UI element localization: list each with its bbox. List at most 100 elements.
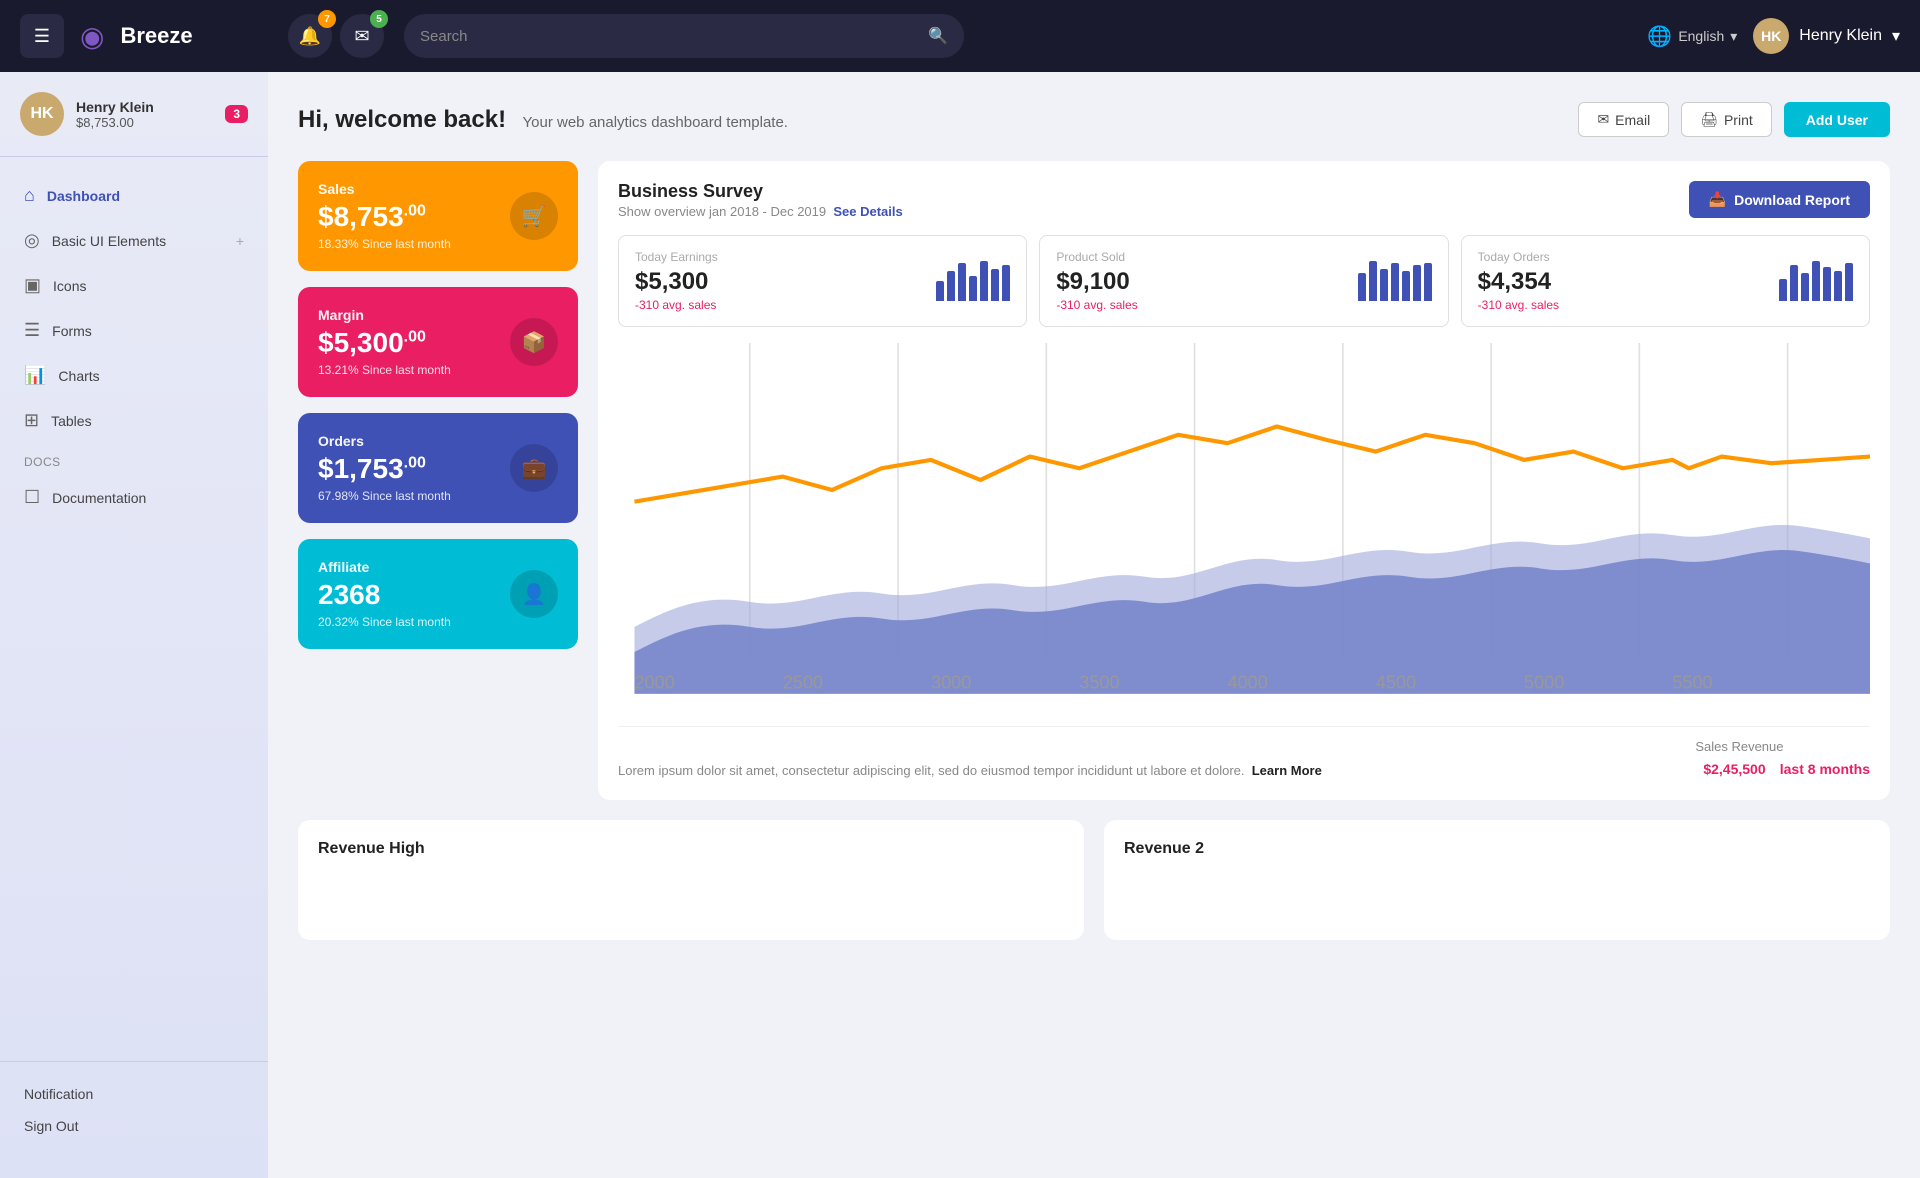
bottom-row: Revenue High Revenue 2 [298, 820, 1890, 940]
messages-badge: 5 [370, 10, 388, 28]
survey-subtitle: Show overview jan 2018 - Dec 2019 See De… [618, 204, 903, 219]
sidebar-item-charts[interactable]: 📊 Charts [0, 353, 268, 398]
notifications-button[interactable]: 🔔 7 [288, 14, 332, 58]
bar [1380, 269, 1388, 301]
email-button[interactable]: ✉ Email [1578, 102, 1669, 137]
svg-text:3000: 3000 [931, 672, 971, 693]
stat-amount: $1,753.00 [318, 453, 451, 485]
stat-card-icon: 👤 [510, 570, 558, 618]
mini-stat-value: $4,354 [1478, 268, 1559, 296]
sidebar-signout[interactable]: Sign Out [24, 1110, 244, 1142]
sales-revenue-label: Sales Revenue [1695, 739, 1870, 754]
bottom-card-1: Revenue High [298, 820, 1084, 940]
bar [1790, 265, 1798, 301]
stat-card-orders: Orders $1,753.00 67.98% Since last month… [298, 413, 578, 523]
stat-since: 18.33% Since last month [318, 237, 451, 251]
ui-icon: ◎ [24, 230, 40, 251]
welcome-greeting: Hi, welcome back! [298, 106, 506, 133]
topnav-right: 🌐 English ▾ HK Henry Klein ▾ [1647, 18, 1900, 54]
sidebar-item-forms[interactable]: ☰ Forms [0, 308, 268, 353]
globe-icon: 🌐 [1647, 24, 1672, 49]
sidebar: HK Henry Klein $8,753.00 3 ⌂ Dashboard ◎… [0, 72, 268, 1178]
expand-icon: + [236, 233, 244, 249]
learn-more-link[interactable]: Learn More [1252, 763, 1322, 778]
sidebar-item-label: Forms [52, 323, 92, 339]
bar [969, 276, 977, 301]
mini-bar-chart [936, 261, 1010, 301]
stat-card-sales: Sales $8,753.00 18.33% Since last month … [298, 161, 578, 271]
sidebar-user-profile: HK Henry Klein $8,753.00 3 [0, 92, 268, 157]
bar [936, 281, 944, 301]
bar [991, 269, 999, 301]
mini-stat-change: -310 avg. sales [1478, 298, 1559, 312]
language-selector[interactable]: 🌐 English ▾ [1647, 24, 1737, 49]
sales-revenue-value: $2,45,500 last 8 months [1695, 754, 1870, 780]
dashboard-grid: Sales $8,753.00 18.33% Since last month … [298, 161, 1890, 800]
email-icon: ✉ [1597, 111, 1609, 128]
sidebar-notification[interactable]: Notification [24, 1078, 244, 1110]
welcome-bar: Hi, welcome back! Your web analytics das… [298, 102, 1890, 137]
bell-icon: 🔔 [299, 26, 321, 47]
svg-text:4500: 4500 [1376, 672, 1416, 693]
svg-text:3500: 3500 [1079, 672, 1119, 693]
search-icon: 🔍 [928, 26, 948, 46]
chart-footer-revenue: Sales Revenue $2,45,500 last 8 months [1695, 739, 1870, 780]
sidebar-user-badge: 3 [225, 105, 248, 123]
mini-stat-change: -310 avg. sales [1056, 298, 1137, 312]
menu-button[interactable]: ☰ [20, 14, 64, 58]
home-icon: ⌂ [24, 185, 35, 206]
sidebar-footer: Notification Sign Out [0, 1061, 268, 1158]
bar [1812, 261, 1820, 301]
mini-stat-today-orders: Today Orders $4,354 -310 avg. sales [1461, 235, 1870, 327]
brand-logo-icon: ◉ [80, 20, 104, 53]
bar [1424, 263, 1432, 301]
stat-label: Affiliate [318, 559, 451, 575]
bar [947, 271, 955, 301]
stat-label: Margin [318, 307, 451, 323]
stat-label: Orders [318, 433, 451, 449]
search-input[interactable] [420, 28, 928, 45]
sidebar-item-icons[interactable]: ▣ Icons [0, 263, 268, 308]
user-menu[interactable]: HK Henry Klein ▾ [1753, 18, 1900, 54]
stat-since: 20.32% Since last month [318, 615, 451, 629]
sidebar-user-info: Henry Klein $8,753.00 [76, 99, 213, 130]
sidebar-balance: $8,753.00 [76, 115, 213, 130]
sidebar-item-dashboard[interactable]: ⌂ Dashboard [0, 173, 268, 218]
mini-stat-product-sold: Product Sold $9,100 -310 avg. sales [1039, 235, 1448, 327]
stat-amount: $8,753.00 [318, 201, 451, 233]
mini-stat-value: $9,100 [1056, 268, 1137, 296]
user-name: Henry Klein [1799, 27, 1882, 45]
download-report-button[interactable]: 📥 Download Report [1689, 181, 1870, 218]
topnav-brand: ☰ ◉ Breeze [20, 14, 288, 58]
sidebar-item-label: Dashboard [47, 188, 120, 204]
main-layout: HK Henry Klein $8,753.00 3 ⌂ Dashboard ◎… [0, 72, 1920, 1178]
sidebar-item-label: Charts [58, 368, 99, 384]
bottom-card-title: Revenue 2 [1124, 840, 1870, 858]
sidebar-avatar: HK [20, 92, 64, 136]
bar [1358, 273, 1366, 301]
bar [1391, 263, 1399, 301]
add-user-button[interactable]: Add User [1784, 102, 1890, 137]
chart-svg: 2000 2500 3000 3500 4000 4500 5000 5500 [618, 343, 1870, 710]
charts-icon: 📊 [24, 365, 46, 386]
mini-stats-row: Today Earnings $5,300 -310 avg. sales [618, 235, 1870, 327]
print-button[interactable]: 🖨 Print [1681, 102, 1772, 137]
main-content: Hi, welcome back! Your web analytics das… [268, 72, 1920, 1178]
language-label: English [1678, 28, 1724, 44]
see-details-link[interactable]: See Details [833, 204, 902, 219]
svg-text:2000: 2000 [634, 672, 674, 693]
sidebar-item-documentation[interactable]: ☐ Documentation [0, 475, 268, 520]
sales-revenue-period: last 8 months [1780, 761, 1870, 777]
bar [1002, 265, 1010, 301]
mini-stat-label: Today Orders [1478, 250, 1559, 264]
sidebar-item-basic-ui[interactable]: ◎ Basic UI Elements + [0, 218, 268, 263]
svg-text:4000: 4000 [1228, 672, 1268, 693]
avatar-initials: HK [1761, 28, 1781, 44]
bar [958, 263, 966, 301]
sidebar-item-label: Documentation [52, 490, 146, 506]
survey-panel: Business Survey Show overview jan 2018 -… [598, 161, 1890, 800]
welcome-text: Hi, welcome back! Your web analytics das… [298, 106, 788, 134]
sidebar-item-tables[interactable]: ⊞ Tables [0, 398, 268, 443]
print-icon: 🖨 [1700, 111, 1718, 128]
messages-button[interactable]: ✉ 5 [340, 14, 384, 58]
